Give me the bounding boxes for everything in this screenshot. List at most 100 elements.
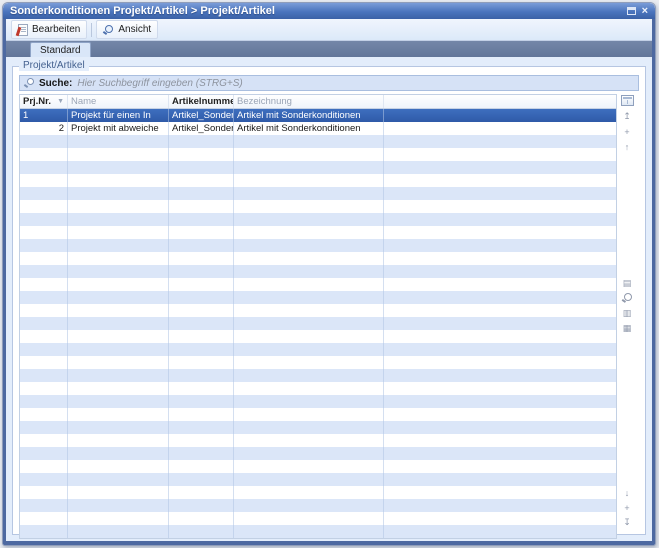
table-row-empty[interactable] xyxy=(20,291,616,304)
ansicht-label: Ansicht xyxy=(118,24,151,35)
table-row-empty[interactable] xyxy=(20,278,616,291)
cell-artikelnummer xyxy=(169,161,234,174)
column-header-bezeichnung[interactable]: Bezeichnung xyxy=(234,95,384,108)
add-row-icon[interactable]: + xyxy=(619,124,635,139)
table-row-empty[interactable] xyxy=(20,486,616,499)
cell-artikelnummer: Artikel_Sonderkonditio xyxy=(169,122,234,135)
table-row-empty[interactable] xyxy=(20,239,616,252)
window-body: Bearbeiten Ansicht Standard Projekt/Arti… xyxy=(3,19,655,545)
edit-icon xyxy=(18,24,28,36)
cell-artikelnummer xyxy=(169,330,234,343)
table-row-empty[interactable] xyxy=(20,447,616,460)
ansicht-button[interactable]: Ansicht xyxy=(96,20,158,39)
column-header-prjnr[interactable]: Prj.Nr.▼ xyxy=(20,95,68,108)
cell-prjnr xyxy=(20,161,68,174)
cell-prjnr xyxy=(20,200,68,213)
cell-name xyxy=(68,317,169,330)
table-row-empty[interactable] xyxy=(20,174,616,187)
table-row-empty[interactable] xyxy=(20,525,616,538)
grid: Prj.Nr.▼NameArtikelnummerBezeichnung1Pro… xyxy=(19,94,617,539)
zoom-icon[interactable] xyxy=(619,291,635,306)
column-header-name[interactable]: Name xyxy=(68,95,169,108)
scroll-top-icon[interactable]: ↥ xyxy=(619,109,635,124)
cell-prjnr xyxy=(20,486,68,499)
cell-filler xyxy=(384,395,616,408)
table-row-empty[interactable] xyxy=(20,473,616,486)
row-up-icon[interactable]: ↑ xyxy=(619,139,635,154)
cell-bezeichnung xyxy=(234,148,384,161)
cell-artikelnummer xyxy=(169,226,234,239)
table-row-empty[interactable] xyxy=(20,330,616,343)
column-chooser-icon[interactable] xyxy=(621,95,634,106)
cell-name xyxy=(68,226,169,239)
table-row[interactable]: 1Projekt für einen InArtikel_Sonderkondi… xyxy=(20,109,616,122)
cell-filler xyxy=(384,291,616,304)
cell-filler xyxy=(384,434,616,447)
cell-artikelnummer xyxy=(169,447,234,460)
cell-artikelnummer xyxy=(169,213,234,226)
cell-artikelnummer xyxy=(169,512,234,525)
table-row-empty[interactable] xyxy=(20,252,616,265)
close-icon[interactable]: × xyxy=(642,6,648,16)
table-row-empty[interactable] xyxy=(20,343,616,356)
table-row-empty[interactable] xyxy=(20,265,616,278)
tab-standard[interactable]: Standard xyxy=(30,42,91,57)
cell-prjnr xyxy=(20,265,68,278)
cell-bezeichnung xyxy=(234,512,384,525)
cell-artikelnummer xyxy=(169,369,234,382)
cell-prjnr xyxy=(20,382,68,395)
table-row-empty[interactable] xyxy=(20,187,616,200)
table-row[interactable]: 2Projekt mit abweicheArtikel_Sonderkondi… xyxy=(20,122,616,135)
row-down-icon[interactable]: ↓ xyxy=(619,485,635,500)
cell-prjnr xyxy=(20,499,68,512)
cell-bezeichnung xyxy=(234,408,384,421)
table-row-empty[interactable] xyxy=(20,499,616,512)
bearbeiten-button[interactable]: Bearbeiten xyxy=(11,20,87,39)
table-row-empty[interactable] xyxy=(20,408,616,421)
bearbeiten-label: Bearbeiten xyxy=(32,24,80,35)
sort-indicator-icon: ▼ xyxy=(55,98,64,105)
cell-artikelnummer xyxy=(169,460,234,473)
table-row-empty[interactable] xyxy=(20,135,616,148)
table-row-empty[interactable] xyxy=(20,161,616,174)
table-row-empty[interactable] xyxy=(20,356,616,369)
cell-filler xyxy=(384,213,616,226)
table-row-empty[interactable] xyxy=(20,304,616,317)
table-row-empty[interactable] xyxy=(20,512,616,525)
window-titlebar[interactable]: Sonderkonditionen Projekt/Artikel > Proj… xyxy=(3,3,655,19)
table-row-empty[interactable] xyxy=(20,369,616,382)
search-bar[interactable]: Suche: Hier Suchbegriff eingeben (STRG+S… xyxy=(19,75,639,91)
cell-prjnr xyxy=(20,408,68,421)
cell-filler xyxy=(384,330,616,343)
table-row-empty[interactable] xyxy=(20,395,616,408)
cell-filler xyxy=(384,343,616,356)
cell-prjnr xyxy=(20,187,68,200)
projekt-artikel-groupbox: Projekt/Artikel Suche: Hier Suchbegriff … xyxy=(12,66,646,535)
cell-artikelnummer xyxy=(169,525,234,538)
table-row-empty[interactable] xyxy=(20,148,616,161)
print-icon[interactable]: ▤ xyxy=(619,276,635,291)
table-row-empty[interactable] xyxy=(20,460,616,473)
table-row-empty[interactable] xyxy=(20,213,616,226)
layout-icon[interactable]: ▦ xyxy=(619,321,635,336)
add-row-bottom-icon[interactable]: + xyxy=(619,500,635,515)
cell-prjnr xyxy=(20,395,68,408)
cell-filler xyxy=(384,200,616,213)
table-row-empty[interactable] xyxy=(20,200,616,213)
table-row-empty[interactable] xyxy=(20,226,616,239)
column-header-artikelnummer[interactable]: Artikelnummer xyxy=(169,95,234,108)
table-row-empty[interactable] xyxy=(20,421,616,434)
table-row-empty[interactable] xyxy=(20,434,616,447)
cell-prjnr xyxy=(20,369,68,382)
cell-bezeichnung xyxy=(234,525,384,538)
cell-bezeichnung xyxy=(234,434,384,447)
restore-icon[interactable] xyxy=(627,7,636,15)
search-placeholder: Hier Suchbegriff eingeben (STRG+S) xyxy=(77,78,242,89)
column-header-filler[interactable] xyxy=(384,95,616,108)
cell-bezeichnung xyxy=(234,317,384,330)
export-icon[interactable]: ▥ xyxy=(619,306,635,321)
table-row-empty[interactable] xyxy=(20,317,616,330)
table-row-empty[interactable] xyxy=(20,382,616,395)
cell-bezeichnung xyxy=(234,330,384,343)
scroll-bottom-icon[interactable]: ↧ xyxy=(619,515,635,530)
